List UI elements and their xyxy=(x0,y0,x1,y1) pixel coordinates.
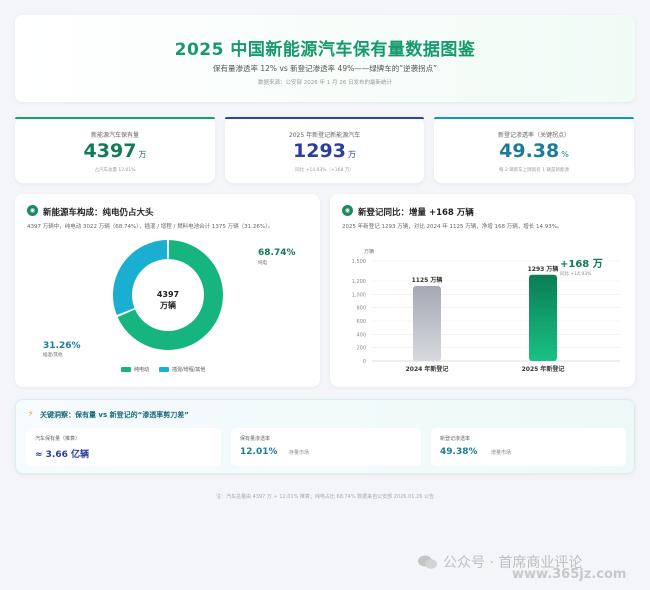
insight-label: 保有量渗透率 xyxy=(240,436,271,442)
panel-description: 4397 万辆中，纯电动 3022 万辆（68.74%），插混 / 增程 / 燃… xyxy=(27,224,274,230)
x-tick-label: 2025 年新登记 xyxy=(522,365,565,373)
insight-item-increment: 新登记渗透率 49.38% 增量市场 xyxy=(431,428,626,466)
lightning-icon: ⚡ xyxy=(28,409,34,418)
y-tick-label: 600 xyxy=(356,319,366,325)
insight-label: 汽车保有量（推算） xyxy=(35,436,81,442)
kpi-value: 4397 万 xyxy=(83,140,147,162)
insight-value: 12.01% xyxy=(240,447,278,457)
data-source: 数据来源：公安部 2026 年 1 月 26 日发布的最新统计 xyxy=(258,80,392,86)
delta-sub: 同比 +14.93% xyxy=(560,270,592,277)
phev-percent-sub: 插混/其他 xyxy=(43,353,63,358)
kpi-card-penetration: 新登记渗透率（关键拐点） 49.38% 每 2 辆新车上牌就有 1 辆是新能源 xyxy=(434,117,634,183)
kpi-label: 新登记渗透率（关键拐点） xyxy=(497,132,570,139)
donut-center-unit: 万辆 xyxy=(160,301,176,310)
chart-icon: ◉ xyxy=(27,205,38,216)
kpi-note: 占汽车总量 12.01% xyxy=(94,168,136,173)
legend-swatch xyxy=(121,367,131,372)
kpi-unit: 万 xyxy=(347,150,356,159)
insight-item-stock: 保有量渗透率 12.01% 存量市场 xyxy=(231,428,421,466)
legend-item-bev: 纯电动 xyxy=(121,366,149,373)
legend-label: 纯电动 xyxy=(134,367,150,373)
kpi-accent-bar xyxy=(225,117,424,119)
phev-percent-label: 31.26% xyxy=(43,341,81,351)
y-tick-label: 200 xyxy=(356,346,366,352)
kpi-card-new-registration: 2025 年新登记新能源汽车 1293 万 同比 +14.93%（+168 万） xyxy=(225,117,424,183)
legend-label: 插混/增程/其他 xyxy=(172,367,206,373)
donut-center-label: 4397 万辆 xyxy=(148,289,188,311)
page-subtitle: 保有量渗透率 12% vs 新登记渗透率 49%——绿牌车的“逆袭拐点” xyxy=(213,64,437,73)
y-tick-label: 800 xyxy=(356,306,366,312)
kpi-label: 新能源汽车保有量 xyxy=(90,132,139,139)
y-tick-label: 1,000 xyxy=(352,292,366,298)
y-tick-label: 0 xyxy=(363,359,366,365)
panel-title: 新登记同比：增量 +168 万辆 xyxy=(358,208,474,218)
kpi-note: 每 2 辆新车上牌就有 1 辆是新能源 xyxy=(499,168,569,173)
kpi-card-ownership: 新能源汽车保有量 4397 万 占汽车总量 12.01% xyxy=(15,117,215,183)
bar-1 xyxy=(529,274,557,361)
insight-title: 关键洞察：保有量 vs 新登记的“渗透率剪刀差” xyxy=(40,411,189,419)
y-axis-label: 万辆 xyxy=(364,248,374,255)
donut-legend: 纯电动 插混/增程/其他 xyxy=(121,366,205,373)
insight-panel: ⚡ 关键洞察：保有量 vs 新登记的“渗透率剪刀差” 汽车保有量（推算） ≈ 3… xyxy=(15,399,635,474)
insight-item-total: 汽车保有量（推算） ≈ 3.66 亿辆 xyxy=(26,428,221,466)
y-tick-label: 400 xyxy=(356,332,366,338)
kpi-unit: 万 xyxy=(138,150,147,159)
legend-swatch xyxy=(159,367,170,372)
y-tick-label: 1,200 xyxy=(352,279,366,285)
panel-description: 2025 年新登记 1293 万辆，对比 2024 年 1125 万辆，净增 1… xyxy=(342,224,563,230)
insight-extra: 增量市场 xyxy=(491,450,512,456)
insight-extra: 存量市场 xyxy=(289,450,310,456)
chart-icon: ◉ xyxy=(342,205,353,216)
watermark-url: www.365jz.com xyxy=(512,567,627,582)
registration-panel: 万辆 0 200 400 600 800 1,000 1,200 1,500 1125 万辆 202… xyxy=(330,194,635,387)
footnote: 注：汽车总量由 4397 万 ÷ 12.01% 推算；纯电占比 68.74% 数… xyxy=(216,494,434,500)
bev-percent-label: 68.74% xyxy=(258,248,296,258)
panel-title: 新能源车构成：纯电仍占大头 xyxy=(43,208,154,218)
bar-data-label: 1125 万辆 xyxy=(412,276,443,284)
insight-label: 新登记渗透率 xyxy=(440,436,471,442)
kpi-value: 49.38% xyxy=(499,140,569,162)
y-tick-label: 1,500 xyxy=(352,259,366,265)
bev-percent-sub: 纯电 xyxy=(258,261,267,266)
bar-data-label: 1293 万辆 xyxy=(528,265,559,273)
insight-value: ≈ 3.66 亿辆 xyxy=(35,450,90,460)
insight-value: 49.38% xyxy=(440,447,478,457)
delta-label: +168 万 xyxy=(560,258,603,270)
x-tick-label: 2024 年新登记 xyxy=(406,365,449,373)
bar-0 xyxy=(413,286,441,361)
wechat-icon xyxy=(418,555,437,569)
kpi-label: 2025 年新登记新能源汽车 xyxy=(288,132,361,139)
kpi-value: 1293 万 xyxy=(293,140,356,162)
kpi-note: 同比 +14.93%（+168 万） xyxy=(295,168,354,173)
header-banner: 2025 中国新能源汽车保有量数据图鉴 保有量渗透率 12% vs 新登记渗透率… xyxy=(15,15,635,102)
donut-center-value: 4397 xyxy=(156,290,180,299)
kpi-accent-bar xyxy=(15,117,215,119)
page-title: 2025 中国新能源汽车保有量数据图鉴 xyxy=(174,40,476,60)
kpi-unit: % xyxy=(561,150,569,159)
legend-item-phev: 插混/增程/其他 xyxy=(159,366,205,373)
kpi-accent-bar xyxy=(434,117,634,119)
composition-panel: ◉ 新能源车构成：纯电仍占大头 4397 万辆中，纯电动 3022 万辆（68.… xyxy=(15,194,320,387)
